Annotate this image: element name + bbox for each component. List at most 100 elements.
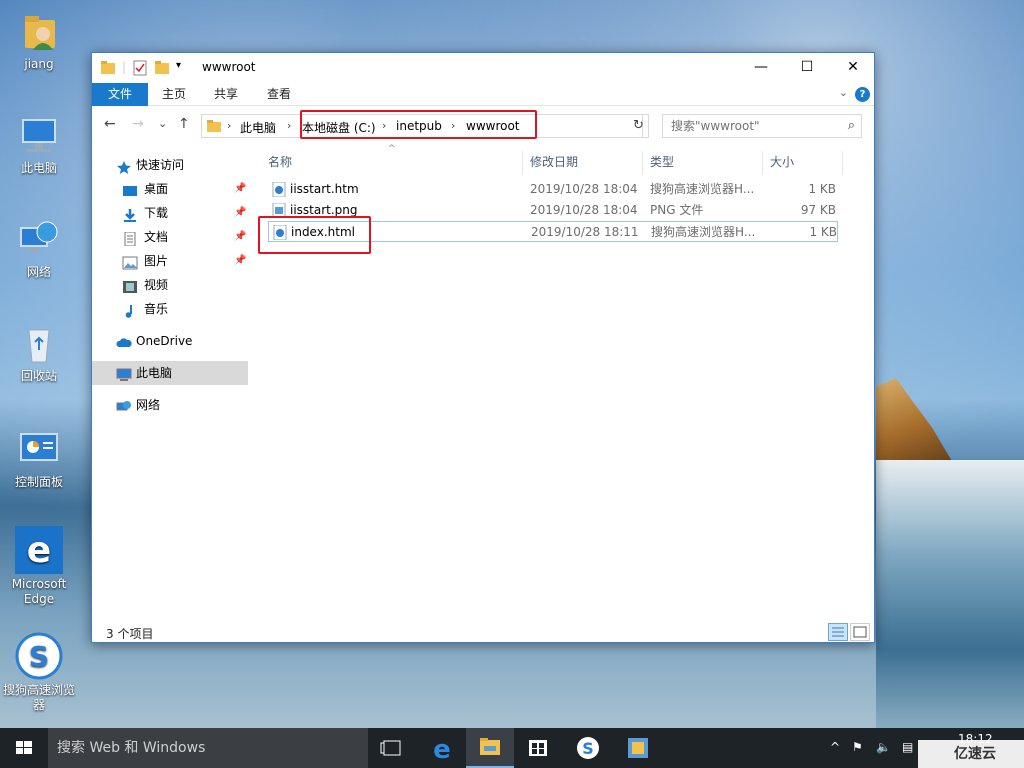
details-view-button[interactable] [828,623,848,641]
tab-share[interactable]: 共享 [214,83,238,106]
nav-desktop[interactable]: 桌面 📌 [92,177,248,201]
column-header-size[interactable]: 大小 [770,151,794,173]
recent-locations-chevron-icon[interactable]: ⌄ [158,117,167,130]
column-divider[interactable] [522,151,523,175]
desktop-icon-network[interactable]: 网络 [0,218,78,280]
nav-label: 音乐 [144,302,169,316]
nav-downloads[interactable]: 下载 📌 [92,201,248,225]
file-size: 1 KB [809,225,837,239]
pin-icon[interactable]: 📌 [234,201,246,225]
column-header-name[interactable]: 名称 [268,151,292,173]
maximize-button[interactable]: ☐ [784,53,830,83]
breadcrumb-separator[interactable]: › [287,119,291,132]
user-folder-icon [17,10,61,54]
sogou-browser-icon: S [15,632,63,680]
desktop-icon-recycle-bin[interactable]: 回收站 [0,322,78,384]
tab-file[interactable]: 文件 [92,83,148,106]
tab-view[interactable]: 查看 [267,83,291,106]
recycle-bin-icon [17,322,61,366]
search-icon[interactable]: ⌕ [848,118,855,133]
picture-icon [122,254,138,270]
show-hidden-icons-chevron-icon[interactable]: ^ [830,740,840,754]
pin-icon[interactable]: 📌 [234,225,246,249]
column-divider[interactable] [842,151,843,175]
nav-pictures[interactable]: 图片 📌 [92,249,248,273]
desktop-icon-this-pc[interactable]: 此电脑 [0,114,78,176]
close-button[interactable]: ✕ [830,53,876,83]
highlight-address-path [300,110,537,139]
column-divider[interactable] [642,151,643,175]
music-note-icon [122,302,138,318]
new-folder-icon[interactable] [154,60,170,76]
file-row[interactable]: iisstart.htm 2019/10/28 18:04 搜狗高速浏览器H..… [268,179,838,200]
action-center-icon[interactable]: ▤ [902,740,913,754]
breadcrumb-this-pc[interactable]: 此电脑 [240,119,276,136]
column-header-date[interactable]: 修改日期 [530,151,578,173]
nav-this-pc[interactable]: 此电脑 [92,361,248,385]
volume-icon[interactable]: 🔈 [876,740,891,754]
taskbar: 搜索 Web 和 Windows e S ^ ⚑ 🔈 ▤ 18:12 [0,728,1024,768]
video-icon [122,278,138,293]
file-date: 2019/10/28 18:11 [531,225,639,239]
svg-text:e: e [433,735,451,765]
nav-onedrive[interactable]: OneDrive [92,329,248,353]
nav-quick-access[interactable]: 快速访问 [92,153,248,177]
forward-button[interactable]: → [132,116,144,132]
pin-icon[interactable]: 📌 [234,249,246,273]
svg-text:e: e [27,530,51,571]
file-type: 搜狗高速浏览器H... [651,225,756,239]
cloud-icon [116,334,132,348]
desktop-icon-label: 回收站 [20,369,57,383]
desktop-icon-edge[interactable]: e Microsoft Edge [0,526,78,607]
iis-manager-icon[interactable] [614,728,662,768]
toolbar-divider: | [122,60,127,74]
nav-videos[interactable]: 视频 [92,273,248,297]
nav-documents[interactable]: 文档 📌 [92,225,248,249]
desktop-icon-label: 网络 [26,265,51,279]
desktop-icon-control-panel[interactable]: 控制面板 [0,428,78,490]
store-icon[interactable] [514,728,562,768]
file-explorer-window: | ▾ wwwroot — ☐ ✕ 文件 主页 共享 查看 ⌄ ? ← → ⌄ … [91,52,875,643]
search-input[interactable] [663,115,833,137]
file-type: PNG 文件 [650,203,704,217]
column-divider[interactable] [762,151,763,175]
properties-icon[interactable] [132,60,148,76]
file-type: 搜狗高速浏览器H... [650,182,755,196]
notification-flag-icon[interactable]: ⚑ [852,740,863,754]
network-globe-icon [17,218,61,262]
refresh-button[interactable]: ↻ [629,114,649,138]
file-size: 97 KB [800,203,836,217]
file-explorer-taskbar-icon[interactable] [466,728,514,768]
ribbon-tabs: 文件 主页 共享 查看 ⌄ ? [92,83,874,106]
help-icon[interactable]: ? [855,87,870,102]
wallpaper-rock [876,378,956,468]
folder-icon [100,60,116,76]
nav-label: 桌面 [144,182,169,196]
pin-icon[interactable]: 📌 [234,177,246,201]
file-size: 1 KB [808,182,836,196]
expand-ribbon-chevron-icon[interactable]: ⌄ [839,86,848,99]
nav-network[interactable]: 网络 [92,393,248,417]
tab-home[interactable]: 主页 [162,83,186,106]
nav-music[interactable]: 音乐 [92,297,248,321]
task-view-icon[interactable] [368,728,416,768]
desktop-icon-label: 搜狗高速浏览器 [2,683,75,712]
customize-quick-access-dropdown-icon[interactable]: ▾ [176,60,181,76]
nav-label: 此电脑 [136,366,173,380]
sogou-browser-taskbar-icon[interactable]: S [564,728,612,768]
star-icon [116,158,132,174]
breadcrumb-separator[interactable]: › [227,119,231,132]
desktop-icon-label: jiang [24,57,54,71]
desktop-icon-user[interactable]: jiang [0,10,78,72]
edge-taskbar-icon[interactable]: e [418,728,466,768]
back-button[interactable]: ← [104,116,116,132]
minimize-button[interactable]: — [738,53,784,83]
taskbar-search-box[interactable]: 搜索 Web 和 Windows [48,728,368,768]
search-box[interactable]: ⌕ [662,114,862,138]
desktop-icon-sogou-browser[interactable]: S 搜狗高速浏览器 [0,632,78,713]
highlight-index-file [258,216,371,254]
start-button[interactable] [0,728,48,768]
up-button[interactable]: ↑ [178,116,190,132]
large-icons-view-button[interactable] [850,623,870,641]
column-header-type[interactable]: 类型 [650,151,674,173]
